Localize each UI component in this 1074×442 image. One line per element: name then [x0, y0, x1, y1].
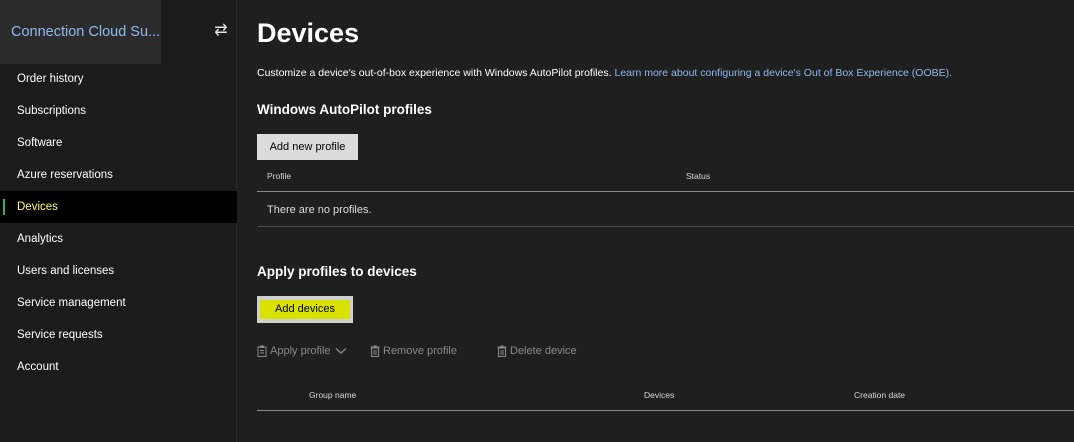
remove-profile-button[interactable]: Remove profile: [370, 345, 457, 357]
sidebar-item-analytics[interactable]: Analytics: [0, 223, 237, 255]
column-header-group-name[interactable]: Group name: [309, 390, 356, 400]
sidebar-item-service-management[interactable]: Service management: [0, 287, 237, 319]
intro-description: Customize a device's out-of-box experien…: [257, 67, 612, 79]
sidebar-item-account[interactable]: Account: [0, 351, 237, 383]
apply-profile-button[interactable]: Apply profile: [257, 345, 350, 357]
apply-profile-label: Apply profile: [270, 345, 331, 357]
sidebar-nav: Order history Subscriptions Software Azu…: [0, 63, 237, 383]
sidebar-item-service-requests[interactable]: Service requests: [0, 319, 237, 351]
switch-tenant-icon[interactable]: ⇄: [212, 20, 230, 42]
column-header-devices[interactable]: Devices: [644, 390, 674, 400]
sidebar-item-users-and-licenses[interactable]: Users and licenses: [0, 255, 237, 287]
delete-device-label: Delete device: [510, 345, 577, 357]
add-new-profile-button[interactable]: Add new profile: [257, 134, 358, 160]
remove-profile-label: Remove profile: [383, 345, 457, 357]
sidebar-header: Connection Cloud Su...: [0, 0, 161, 64]
sidebar: Connection Cloud Su... ⇄ Order history S…: [0, 0, 237, 442]
profiles-section-title: Windows AutoPilot profiles: [257, 102, 432, 117]
column-header-profile[interactable]: Profile: [267, 171, 291, 181]
sidebar-item-order-history[interactable]: Order history: [0, 63, 237, 95]
sidebar-item-azure-reservations[interactable]: Azure reservations: [0, 159, 237, 191]
trash-icon: [497, 345, 507, 357]
main-content: Devices Customize a device's out-of-box …: [257, 0, 1074, 442]
profiles-empty-message: There are no profiles.: [267, 204, 372, 216]
devices-table-header-divider: [257, 410, 1074, 411]
devices-section-title: Apply profiles to devices: [257, 264, 417, 279]
add-devices-label: Add devices: [260, 300, 350, 319]
add-devices-button[interactable]: Add devices: [257, 296, 353, 323]
trash-icon: [370, 345, 380, 357]
intro-text: Customize a device's out-of-box experien…: [257, 67, 952, 79]
sidebar-item-subscriptions[interactable]: Subscriptions: [0, 95, 237, 127]
learn-more-link[interactable]: Learn more about configuring a device's …: [614, 67, 952, 79]
delete-device-button[interactable]: Delete device: [497, 345, 577, 357]
clipboard-icon: [257, 345, 267, 357]
sidebar-item-devices[interactable]: Devices: [0, 191, 237, 223]
tenant-name[interactable]: Connection Cloud Su...: [11, 24, 159, 40]
profiles-table-bottom-divider: [257, 226, 1074, 227]
chevron-down-icon: [335, 348, 346, 354]
profiles-table-header-divider: [257, 191, 1074, 192]
column-header-creation-date[interactable]: Creation date: [854, 390, 905, 400]
sidebar-item-software[interactable]: Software: [0, 127, 237, 159]
page-title: Devices: [257, 18, 360, 48]
column-header-status[interactable]: Status: [686, 171, 710, 181]
